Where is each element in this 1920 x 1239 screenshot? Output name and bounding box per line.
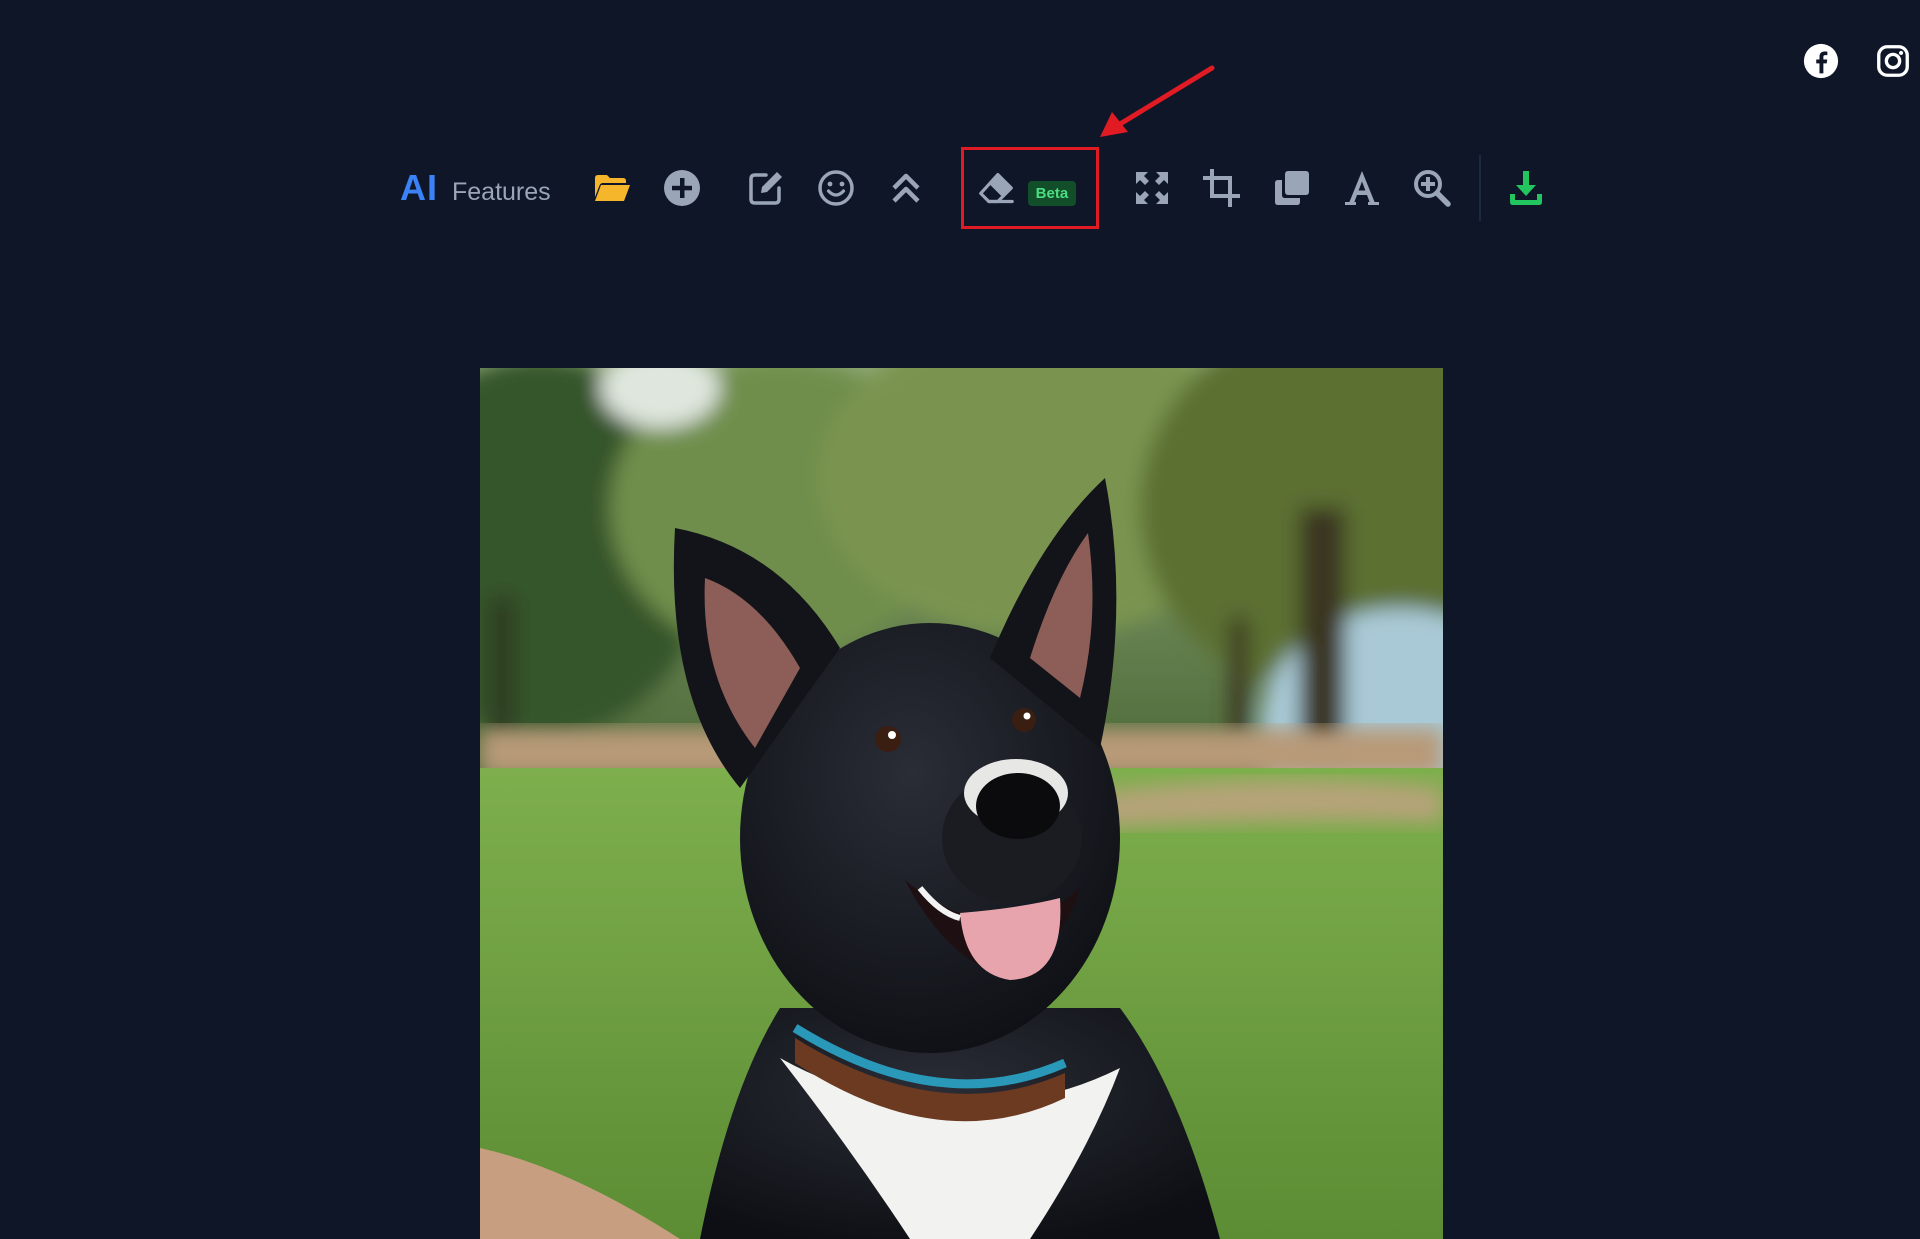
- annotation-arrow: [1100, 65, 1215, 137]
- folder-open-icon: [594, 175, 630, 201]
- double-chevron-up-icon: [892, 173, 920, 203]
- editor-toolbar: AI Features Beta: [400, 147, 1551, 229]
- zoom-in-icon: [1413, 170, 1451, 207]
- download-button[interactable]: [1501, 163, 1551, 213]
- plus-circle-icon: [663, 170, 700, 206]
- beta-badge: Beta: [1027, 180, 1077, 206]
- sticker-button[interactable]: [811, 163, 861, 213]
- resize-button[interactable]: [1127, 163, 1177, 213]
- expand-arrows-icon: [1135, 172, 1168, 204]
- eraser-icon: [978, 172, 1014, 204]
- canvas-image[interactable]: [480, 368, 1443, 1239]
- toolbar-divider: [1478, 155, 1481, 221]
- text-icon: [1344, 171, 1379, 205]
- crop-icon: [1202, 169, 1240, 207]
- edit-button[interactable]: [741, 163, 791, 213]
- eraser-beta-button[interactable]: Beta: [960, 147, 1099, 229]
- open-file-button[interactable]: [587, 163, 637, 213]
- download-icon: [1509, 171, 1542, 205]
- ai-label: AI: [400, 167, 438, 208]
- text-button[interactable]: [1337, 163, 1387, 213]
- dog-photo: [480, 368, 1443, 1239]
- copy-icon: [1274, 171, 1309, 205]
- smiley-icon: [817, 170, 854, 206]
- zoom-in-button[interactable]: [1407, 163, 1457, 213]
- edit-icon: [748, 172, 782, 205]
- features-label: Features: [452, 178, 551, 206]
- editor-page: AI Features Beta: [0, 0, 1920, 1239]
- crop-button[interactable]: [1197, 163, 1247, 213]
- add-button[interactable]: [657, 163, 707, 213]
- layers-button[interactable]: [1267, 163, 1317, 213]
- social-links: [1802, 42, 1912, 80]
- upscale-button[interactable]: [881, 163, 931, 213]
- facebook-icon[interactable]: [1802, 42, 1840, 80]
- instagram-icon[interactable]: [1874, 42, 1912, 80]
- ai-features-menu[interactable]: AI Features: [400, 167, 551, 209]
